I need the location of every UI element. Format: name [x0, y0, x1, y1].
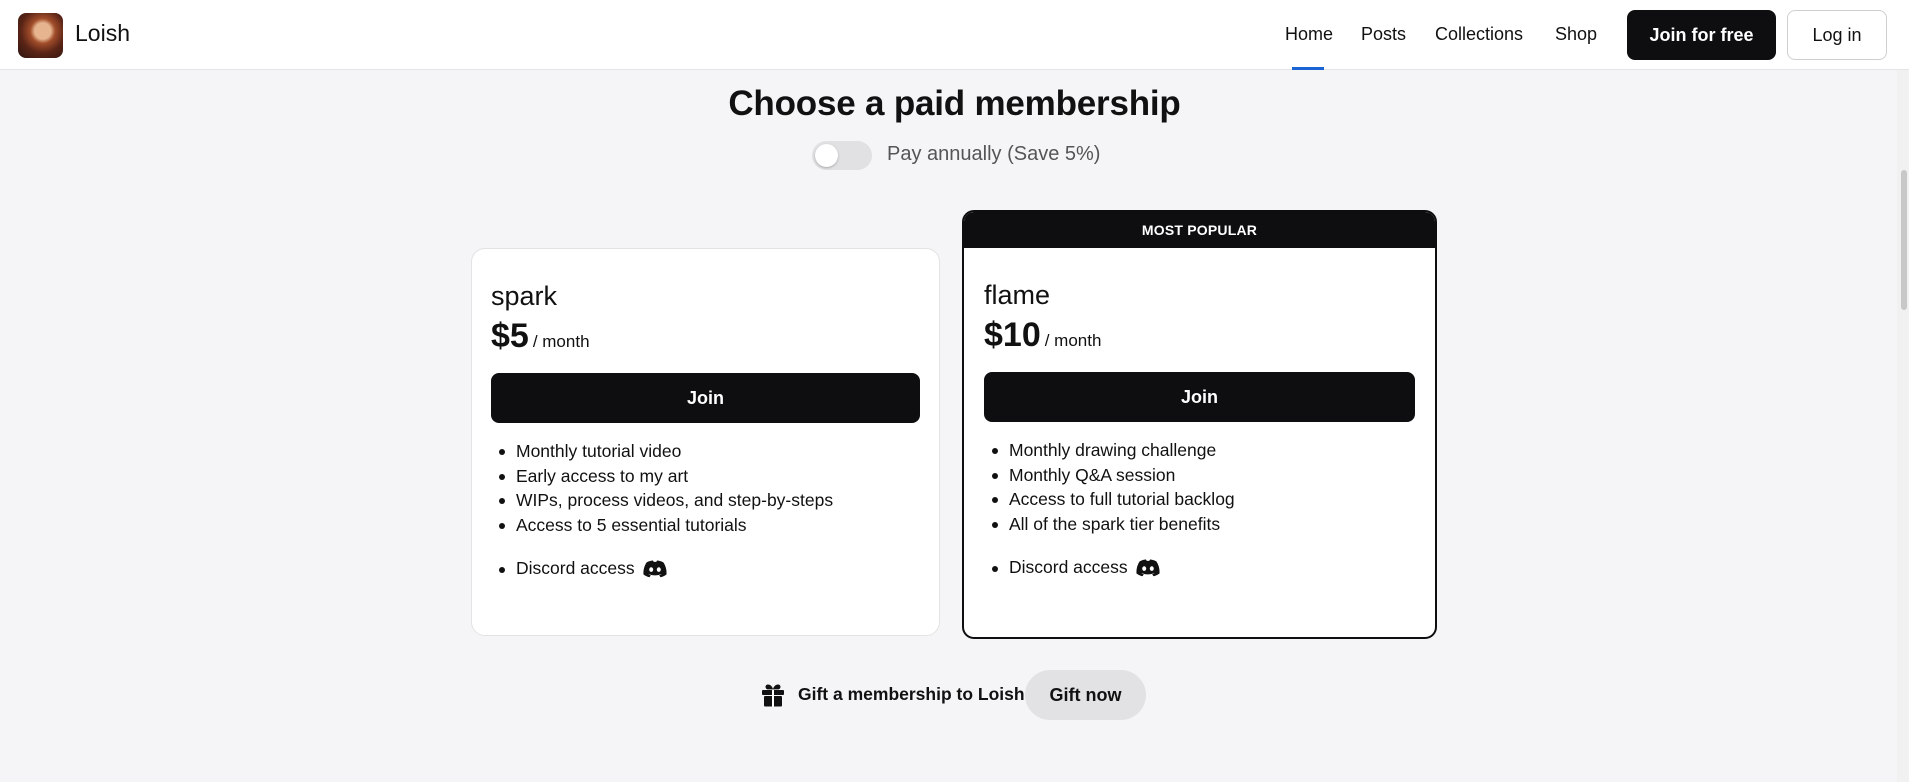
scrollbar-thumb[interactable] — [1901, 170, 1907, 310]
tier-name: flame — [984, 280, 1051, 310]
log-in-button[interactable]: Log in — [1787, 10, 1887, 60]
creator-avatar[interactable] — [18, 13, 63, 58]
tier-card-flame: MOST POPULAR flame $10/ month Join Month… — [962, 210, 1437, 639]
discord-label: Discord access — [516, 558, 635, 578]
gift-now-button[interactable]: Gift now — [1025, 670, 1146, 720]
pay-annually-label: Pay annually (Save 5%) — [887, 143, 1101, 165]
benefit-list: Monthly drawing challenge Monthly Q&A se… — [984, 438, 1235, 536]
nav-posts[interactable]: Posts — [1361, 24, 1406, 45]
page-title: Choose a paid membership — [728, 84, 1181, 123]
scrollbar-track[interactable] — [1897, 70, 1909, 782]
toggle-knob — [815, 144, 838, 167]
flame-join-button[interactable]: Join — [984, 372, 1415, 422]
nav-shop[interactable]: Shop — [1555, 24, 1597, 45]
price-period: / month — [532, 332, 590, 351]
tier-name: spark — [491, 281, 558, 311]
gift-membership-text: Gift a membership to Loish — [798, 684, 1025, 704]
price-amount: $5 — [491, 317, 529, 355]
tier-price: $5/ month — [491, 317, 590, 356]
nav-collections[interactable]: Collections — [1435, 24, 1523, 45]
discord-label: Discord access — [1009, 557, 1128, 577]
discord-benefit: Discord access — [491, 558, 668, 579]
discord-icon — [643, 560, 667, 577]
join-for-free-button[interactable]: Join for free — [1627, 10, 1776, 60]
tier-card-spark: spark $5/ month Join Monthly tutorial vi… — [471, 248, 940, 636]
benefit-item: All of the spark tier benefits — [984, 512, 1235, 537]
tier-price: $10/ month — [984, 316, 1101, 355]
benefit-item: Monthly drawing challenge — [984, 438, 1235, 463]
gift-icon — [762, 684, 784, 707]
pay-annually-toggle[interactable] — [812, 141, 872, 170]
discord-benefit: Discord access — [984, 557, 1161, 578]
benefit-item: Access to full tutorial backlog — [984, 487, 1235, 512]
creator-name[interactable]: Loish — [75, 20, 130, 47]
benefit-item: Early access to my art — [491, 464, 833, 489]
benefit-item: Monthly tutorial video — [491, 439, 833, 464]
benefit-item: WIPs, process videos, and step-by-steps — [491, 488, 833, 513]
nav-home[interactable]: Home — [1285, 24, 1333, 45]
most-popular-badge: MOST POPULAR — [964, 212, 1435, 248]
discord-icon — [1136, 559, 1160, 576]
price-period: / month — [1044, 331, 1102, 350]
top-navigation-bar: Loish Home Posts Collections Shop Join f… — [0, 0, 1909, 70]
benefit-item: Access to 5 essential tutorials — [491, 513, 833, 538]
spark-join-button[interactable]: Join — [491, 373, 920, 423]
active-nav-indicator — [1292, 67, 1324, 70]
price-amount: $10 — [984, 316, 1041, 354]
benefit-list: Monthly tutorial video Early access to m… — [491, 439, 833, 537]
benefit-item: Monthly Q&A session — [984, 463, 1235, 488]
